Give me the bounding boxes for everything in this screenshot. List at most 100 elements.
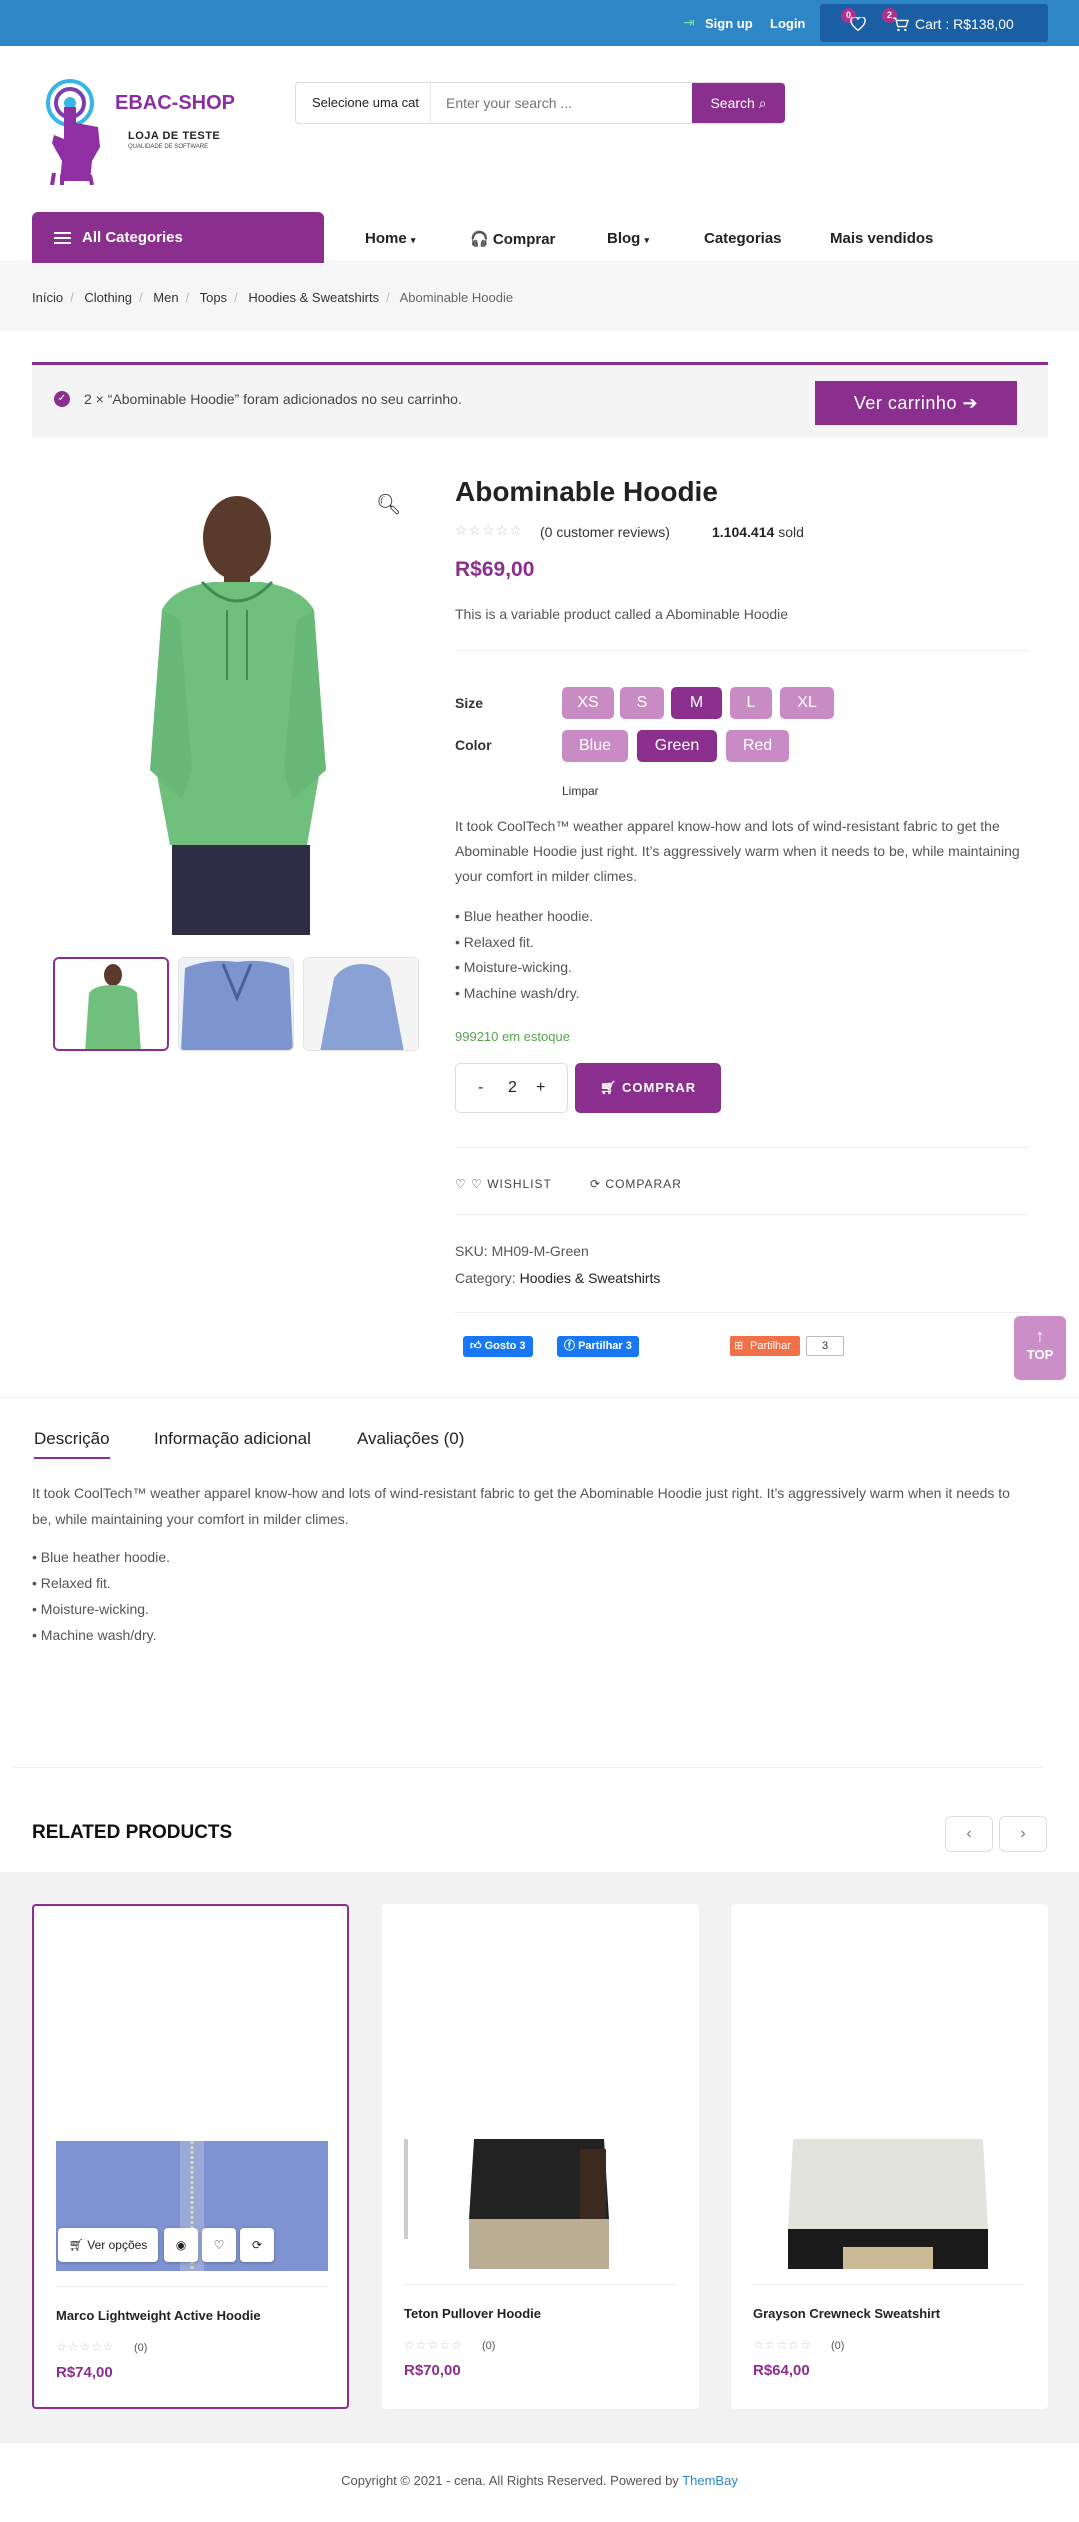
search-button[interactable]: Search ⌕ <box>692 83 785 123</box>
thumbnail-image <box>55 959 167 1049</box>
arrow-right-icon: ➔ <box>962 393 979 413</box>
carousel-next-button[interactable]: › <box>999 1816 1047 1852</box>
wishlist-label: WISHLIST <box>487 1177 552 1191</box>
review-count: (0) <box>134 2342 148 2354</box>
login-link[interactable]: Login <box>770 16 805 31</box>
product-price: R$74,00 <box>56 2364 113 2381</box>
review-count[interactable]: (0 customer reviews) <box>540 524 670 540</box>
view-cart-label: Ver carrinho <box>853 393 957 413</box>
zoom-icon[interactable]: 🔍︎ <box>376 492 401 517</box>
caret-down-icon: ▾ <box>644 235 650 245</box>
refresh-icon: ⟳ <box>590 1177 602 1191</box>
quantity-stepper: - 2 + <box>455 1063 568 1113</box>
tab-bullet: • Moisture-wicking. <box>32 1601 149 1617</box>
share-button[interactable]: ⊞ Partilhar <box>730 1336 800 1356</box>
breadcrumb-item[interactable]: Hoodies & Sweatshirts <box>248 290 379 305</box>
sku-row: SKU: MH09-M-Green <box>455 1243 589 1259</box>
color-option-blue[interactable]: Blue <box>562 730 628 762</box>
product-name[interactable]: Marco Lightweight Active Hoodie <box>56 2308 261 2323</box>
heart-icon: ♡ ♡ <box>455 1177 483 1191</box>
all-categories-button[interactable]: All Categories <box>32 212 324 264</box>
size-option-l[interactable]: L <box>730 687 772 719</box>
size-option-xl[interactable]: XL <box>780 687 834 719</box>
clear-selection-link[interactable]: Limpar <box>562 784 599 798</box>
thumbnail-blue-back[interactable] <box>303 957 419 1051</box>
breadcrumb-item[interactable]: Tops <box>200 290 227 305</box>
sold-label: sold <box>778 524 804 540</box>
size-option-s[interactable]: S <box>620 687 664 719</box>
nav-item-categorias[interactable]: Categorias <box>704 230 782 247</box>
qty-value[interactable]: 2 <box>508 1079 517 1097</box>
add-to-wishlist-button[interactable]: ♡ <box>202 2228 236 2262</box>
quick-view-button[interactable]: ◉ <box>164 2228 198 2262</box>
nav-item-label: Blog <box>607 230 641 247</box>
copyright-text: Copyright © 2021 - cena. All Rights Rese… <box>341 2473 679 2488</box>
product-main-image[interactable] <box>52 470 422 935</box>
tab-informacao-adicional[interactable]: Informação adicional <box>154 1429 311 1449</box>
nav-item-home[interactable]: Home ▾ <box>365 230 415 247</box>
view-options-label: Ver opções <box>87 2238 148 2252</box>
rating-stars: ☆☆☆☆☆ <box>455 522 523 538</box>
thumbnail-blue-front[interactable] <box>178 957 294 1051</box>
nav-item-comprar[interactable]: 🎧 Comprar <box>470 230 555 248</box>
cart-box[interactable]: 0 2 Cart : R$138,00 <box>820 4 1048 42</box>
all-categories-label: All Categories <box>82 229 183 246</box>
size-option-m[interactable]: M <box>671 687 722 719</box>
facebook-share-button[interactable]: ⓕ Partilhar 3 <box>557 1336 639 1357</box>
thumbs-up-icon: 👍︎ <box>470 1340 482 1352</box>
tab-avaliacoes[interactable]: Avaliações (0) <box>357 1429 464 1449</box>
compare-button[interactable]: ⟳ COMPARAR <box>590 1177 682 1191</box>
wishlist-button[interactable]: ♡ ♡ WISHLIST <box>455 1177 552 1191</box>
heart-icon[interactable] <box>850 17 866 31</box>
short-description: This is a variable product called a Abom… <box>455 606 789 622</box>
signup-link[interactable]: Sign up <box>705 16 753 31</box>
review-count: (0) <box>482 2340 496 2352</box>
site-logo[interactable]: EBAC-SHOP LOJA DE TESTE QUALIDADE DE SOF… <box>40 72 250 192</box>
product-image <box>753 2139 1025 2269</box>
buy-button[interactable]: 🛒︎ COMPRAR <box>575 1063 721 1113</box>
review-count: (0) <box>831 2340 845 2352</box>
color-option-green[interactable]: Green <box>637 730 717 762</box>
facebook-like-button[interactable]: 👍︎ Gosto 3 <box>463 1336 533 1357</box>
qty-minus-button[interactable]: - <box>478 1079 483 1097</box>
compare-button[interactable]: ⟳ <box>240 2228 274 2262</box>
nav-item-blog[interactable]: Blog ▾ <box>607 230 649 247</box>
nav-item-mais-vendidos[interactable]: Mais vendidos <box>830 230 933 247</box>
thumbnail-green[interactable] <box>53 957 169 1051</box>
share-label: Partilhar <box>750 1340 791 1352</box>
search-category-select[interactable]: Selecione uma cat <box>296 83 431 123</box>
back-to-top-button[interactable]: ↑TOP <box>1014 1316 1066 1380</box>
color-option-red[interactable]: Red <box>726 730 789 762</box>
tabs-divider <box>0 1397 1079 1398</box>
related-products-heading: RELATED PRODUCTS <box>32 1822 233 1843</box>
category-link[interactable]: Hoodies & Sweatshirts <box>520 1270 661 1286</box>
product-card[interactable]: Teton Pullover Hoodie ☆☆☆☆☆ (0) R$70,00 <box>382 1904 699 2409</box>
view-options-button[interactable]: 🛒︎ Ver opções <box>58 2228 158 2262</box>
product-card[interactable]: Grayson Crewneck Sweatshirt ☆☆☆☆☆ (0) R$… <box>731 1904 1048 2409</box>
search-input[interactable] <box>432 83 687 123</box>
carousel-prev-button[interactable]: ‹ <box>945 1816 993 1852</box>
cart-icon: 🛒︎ <box>68 2238 84 2252</box>
view-cart-button[interactable]: Ver carrinho ➔ <box>815 381 1017 425</box>
tab-descricao[interactable]: Descrição <box>34 1429 110 1459</box>
breadcrumb-item[interactable]: Men <box>153 290 178 305</box>
powered-by-link[interactable]: ThemBay <box>682 2473 738 2488</box>
breadcrumb-item[interactable]: Início <box>32 290 63 305</box>
like-label: Gosto 3 <box>484 1340 526 1352</box>
main-nav: All Categories Home ▾ 🎧 Comprar Blog ▾ C… <box>0 210 1079 264</box>
product-name[interactable]: Teton Pullover Hoodie <box>404 2306 541 2321</box>
breadcrumb: Início / Clothing / Men / Tops / Hoodies & S… <box>32 290 514 305</box>
qty-plus-button[interactable]: + <box>536 1079 545 1097</box>
breadcrumb-item[interactable]: Clothing <box>84 290 132 305</box>
top-bar: ⇥ Sign up Login 0 2 Cart : R$138,00 <box>0 0 1079 46</box>
size-option-xs[interactable]: XS <box>562 687 614 719</box>
share-count: 3 <box>806 1336 844 1356</box>
product-price: R$69,00 <box>455 558 535 581</box>
product-name[interactable]: Grayson Crewneck Sweatshirt <box>753 2306 940 2321</box>
check-circle-icon: ✓ <box>54 391 70 407</box>
divider <box>753 2284 1025 2285</box>
headset-icon: 🎧 <box>470 231 489 248</box>
top-label: TOP <box>1026 1347 1054 1362</box>
product-title: Abominable Hoodie <box>455 476 718 507</box>
product-card[interactable]: 🛒︎ Ver opções ◉ ♡ ⟳ Marco Lightweight Ac… <box>32 1904 349 2409</box>
